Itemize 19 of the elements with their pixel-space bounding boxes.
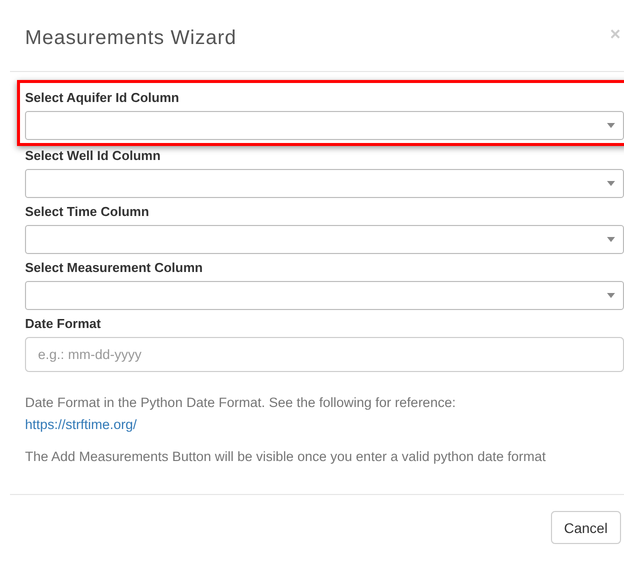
field-label: Select Time Column [25,204,150,219]
field-label: Select Well Id Column [25,148,162,163]
dropdown-field[interactable] [25,169,624,198]
field-label: Date Format [25,316,102,331]
note-text: The Add Measurements Button will be visible once you enter a valid python date format [25,448,547,466]
caret-icon [607,123,615,128]
cancel-button[interactable]: Cancel [551,511,621,544]
dropdown-field[interactable] [25,225,624,254]
dropdown-field[interactable] [25,111,624,140]
input-field[interactable]: e.g.: mm-dd-yyyy [25,337,624,372]
dropdown-field[interactable] [25,281,624,310]
caret-icon [607,293,615,298]
dialog-title: Measurements Wizard [25,27,236,49]
field-label: Select Measurement Column [25,260,204,275]
help-text: Date Format in the Python Date Format. See the following for reference: https://strftime.org/ [25,394,457,434]
caret-icon [607,237,615,242]
reference-link[interactable]: https://strftime.org/ [25,417,137,432]
caret-icon [607,181,615,186]
field-label: Select Aquifer Id Column [25,90,180,105]
